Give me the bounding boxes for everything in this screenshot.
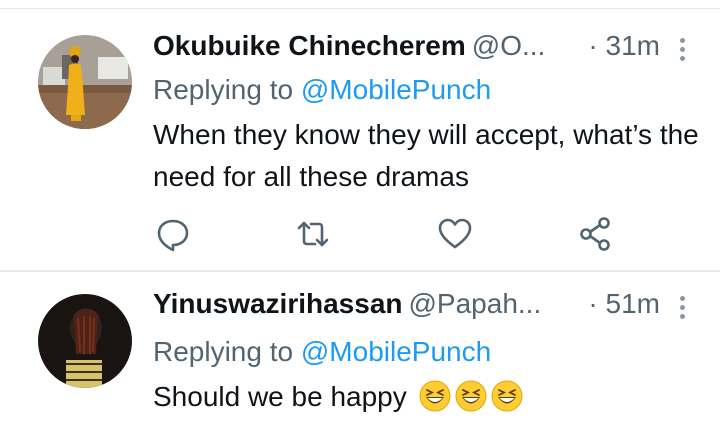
more-options-icon[interactable] [672,34,692,68]
mention-link[interactable]: @MobilePunch [301,74,491,105]
retweet-icon[interactable] [293,214,333,254]
tweet-text: When they know they will accept, what’s … [153,119,699,192]
share-icon[interactable] [575,214,615,254]
replying-to-label: Replying to [153,336,301,367]
tweet-text-content: Should we be happy [153,381,407,412]
grinning-squinting-face-icon [455,380,487,412]
tweet-text: Should we be happy [153,376,700,418]
tweet-actions [153,214,623,254]
user-handle[interactable]: @Papah... [409,288,542,319]
grinning-squinting-face-icon [419,380,451,412]
emoji-group [415,380,523,412]
user-photo-icon [38,35,132,129]
like-icon[interactable] [435,214,475,254]
more-options-icon[interactable] [672,292,692,326]
tweet-timestamp[interactable]: · 31m [588,30,660,62]
reply-icon[interactable] [153,214,193,254]
mention-link[interactable]: @MobilePunch [301,336,491,367]
avatar[interactable] [38,35,132,129]
tweet-header: Yinuswazirihassan @Papah... · 51m [153,288,700,328]
display-name[interactable]: Okubuike Chinecherem [153,30,466,61]
tweet-header: Okubuike Chinecherem @O... · 31m [153,30,700,70]
display-name[interactable]: Yinuswazirihassan [153,288,403,319]
replying-to: Replying to @MobilePunch [153,74,491,106]
replying-to-label: Replying to [153,74,301,105]
user-photo-icon [38,294,132,388]
tweet[interactable]: Okubuike Chinecherem @O... · 31m Replying… [0,8,720,272]
tweet-timestamp[interactable]: · 51m [588,288,660,320]
user-handle[interactable]: @O... [472,30,546,61]
tweet[interactable]: Yinuswazirihassan @Papah... · 51m Replyin… [0,272,720,430]
replying-to: Replying to @MobilePunch [153,336,491,368]
grinning-squinting-face-icon [491,380,523,412]
avatar[interactable] [38,294,132,388]
